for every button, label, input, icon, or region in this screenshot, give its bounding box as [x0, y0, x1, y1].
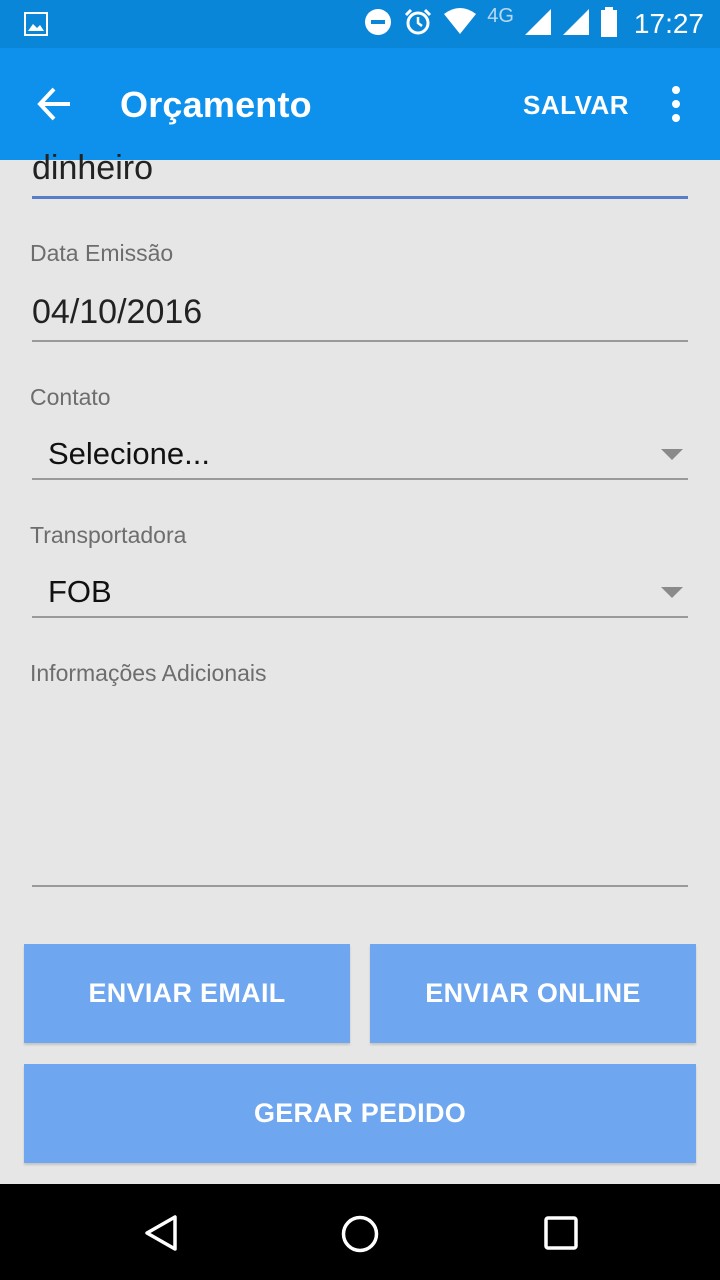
emission-date-underline — [32, 340, 688, 342]
payment-field[interactable]: dinheiro — [32, 149, 153, 188]
additional-info-label: Informações Adicionais — [30, 660, 267, 686]
chevron-down-icon[interactable] — [661, 449, 683, 460]
clock: 17:27 — [633, 8, 704, 39]
home-circle-icon[interactable] — [340, 1214, 380, 1254]
page-title: Orçamento — [120, 84, 312, 125]
alarm-icon — [403, 7, 433, 42]
network-type-label: 4G — [487, 4, 514, 27]
app-bar: Orçamento SALVAR — [0, 48, 720, 160]
arrow-back-icon[interactable] — [34, 84, 78, 124]
save-button[interactable]: SALVAR — [523, 90, 629, 121]
signal-icon — [524, 8, 552, 41]
more-vert-icon[interactable] — [664, 84, 688, 124]
send-email-button[interactable]: ENVIAR EMAIL — [24, 944, 350, 1043]
signal-icon — [562, 8, 590, 41]
recents-square-icon[interactable] — [543, 1215, 579, 1251]
carrier-dropdown[interactable]: FOB — [48, 574, 112, 610]
additional-info-underline — [32, 885, 688, 887]
status-bar: 4G 17:27 — [0, 0, 720, 48]
wifi-icon — [443, 7, 477, 41]
navigation-bar — [0, 1184, 720, 1280]
send-online-button[interactable]: ENVIAR ONLINE — [370, 944, 696, 1043]
chevron-down-icon[interactable] — [661, 587, 683, 598]
contact-label: Contato — [30, 384, 111, 410]
emission-date-field[interactable]: 04/10/2016 — [32, 293, 202, 332]
do-not-disturb-icon — [363, 7, 393, 42]
additional-info-field[interactable] — [32, 700, 688, 880]
emission-date-label: Data Emissão — [30, 240, 174, 266]
carrier-label: Transportadora — [30, 522, 187, 548]
contact-dropdown[interactable]: Selecione... — [48, 436, 210, 472]
back-triangle-icon[interactable] — [142, 1214, 180, 1252]
payment-field-underline — [32, 196, 688, 199]
generate-order-button[interactable]: GERAR PEDIDO — [24, 1064, 696, 1163]
image-icon — [24, 12, 48, 41]
battery-icon — [600, 6, 618, 42]
contact-underline — [32, 478, 688, 480]
carrier-underline — [32, 616, 688, 618]
